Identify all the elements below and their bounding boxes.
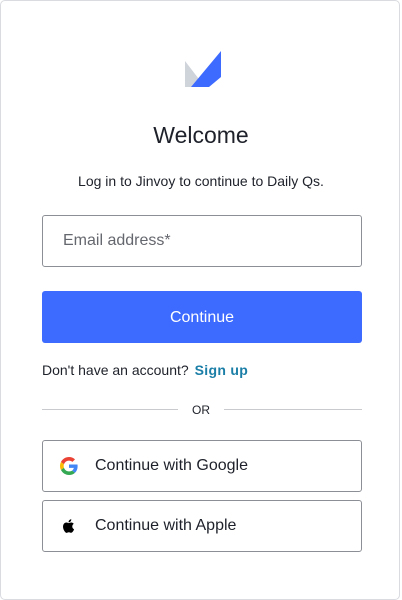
continue-button[interactable]: Continue — [42, 291, 362, 343]
or-divider: OR — [42, 401, 362, 419]
page-subtitle: Log in to Jinvoy to continue to Daily Qs… — [78, 173, 324, 189]
divider-line-right — [224, 409, 362, 410]
continue-with-google-button[interactable]: Continue with Google — [42, 440, 362, 492]
brand-logo-icon — [185, 51, 221, 87]
signup-prompt: Don't have an account? — [42, 362, 189, 378]
login-card: Welcome Log in to Jinvoy to continue to … — [0, 0, 400, 600]
signup-row: Don't have an account? Sign up — [42, 361, 248, 379]
email-input[interactable] — [43, 216, 361, 266]
continue-with-apple-button[interactable]: Continue with Apple — [42, 500, 362, 552]
google-button-label: Continue with Google — [95, 457, 248, 474]
apple-button-label: Continue with Apple — [95, 517, 237, 534]
apple-icon — [63, 519, 75, 533]
email-field[interactable] — [42, 215, 362, 267]
signup-link[interactable]: Sign up — [195, 362, 248, 378]
divider-label: OR — [192, 403, 210, 417]
google-icon — [60, 457, 78, 475]
page-title: Welcome — [153, 122, 249, 148]
divider-line-left — [42, 409, 178, 410]
